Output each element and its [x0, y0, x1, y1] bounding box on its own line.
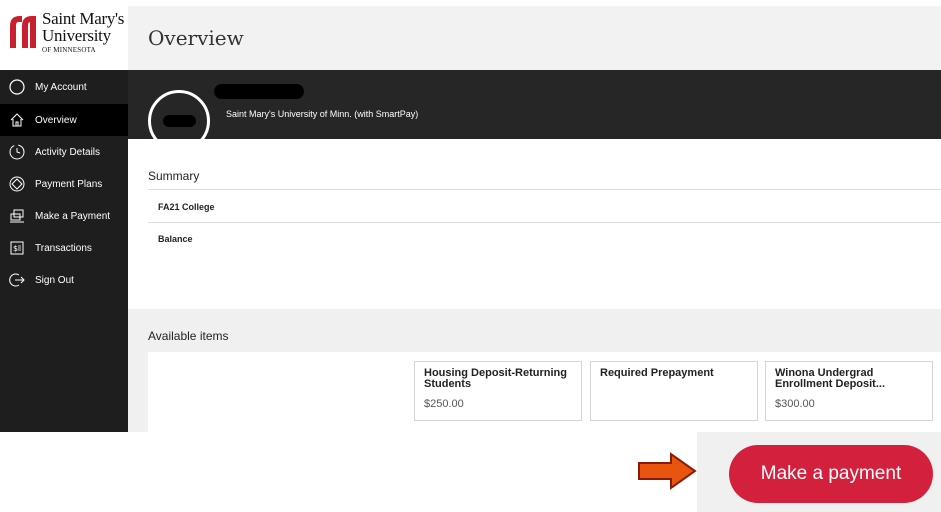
divider	[148, 222, 941, 223]
item-card-housing-deposit[interactable]: Housing Deposit-Returning Students $250.…	[414, 361, 582, 421]
item-name: Required Prepayment	[600, 368, 714, 379]
item-card-required-prepayment[interactable]: Required Prepayment	[590, 361, 758, 421]
make-a-payment-button[interactable]: Make a payment	[729, 445, 933, 503]
plans-icon	[9, 176, 25, 192]
available-items-panel: Housing Deposit-Returning Students $250.…	[148, 352, 941, 432]
sidebar-item-overview[interactable]: Overview	[0, 104, 128, 136]
balance-label: Balance	[158, 234, 193, 244]
clock-icon	[9, 144, 25, 160]
arrow-right-icon	[638, 452, 697, 490]
sidebar-item-label: Transactions	[35, 242, 92, 254]
redacted-initials	[163, 115, 196, 127]
sidebar-item-make-a-payment[interactable]: Make a Payment	[0, 200, 128, 232]
sidebar: My Account Overview Activity Details Pay…	[0, 70, 128, 432]
sidebar-item-label: Overview	[35, 114, 77, 126]
sidebar-item-label: Payment Plans	[35, 178, 103, 190]
sidebar-item-transactions[interactable]: $ Transactions	[0, 232, 128, 264]
item-price: $300.00	[775, 398, 815, 410]
summary-heading: Summary	[148, 169, 200, 183]
payment-icon	[9, 208, 25, 224]
sidebar-item-my-account[interactable]: My Account	[0, 70, 128, 104]
sidebar-item-label: My Account	[35, 81, 87, 93]
logo-title-line2: University	[42, 26, 111, 45]
sidebar-item-label: Activity Details	[35, 146, 101, 158]
divider	[148, 189, 941, 190]
item-name: Winona Undergrad Enrollment Deposit...	[775, 368, 886, 390]
sidebar-item-payment-plans[interactable]: Payment Plans	[0, 168, 128, 200]
logo-mark-icon	[10, 16, 36, 48]
sidebar-item-activity-details[interactable]: Activity Details	[0, 136, 128, 168]
profile-banner: Saint Mary's University of Minn. (with S…	[128, 70, 941, 152]
payment-callout: Make a payment	[697, 432, 941, 512]
user-circle-icon	[9, 79, 25, 95]
available-items-section: Available items Housing Deposit-Returnin…	[128, 309, 941, 432]
home-icon	[9, 112, 25, 128]
sign-out-icon	[9, 272, 25, 288]
sidebar-item-sign-out[interactable]: Sign Out	[0, 264, 128, 296]
redacted-user-name	[214, 84, 304, 99]
page-title: Overview	[148, 26, 244, 50]
logo-title-line1: Saint Mary's	[42, 9, 125, 28]
term-label: FA21 College	[158, 202, 215, 212]
main-content: Summary FA21 College Balance Available i…	[128, 139, 941, 432]
logo-subtitle: OF MINNESOTA	[42, 46, 96, 54]
university-logo: Saint Mary's University OF MINNESOTA	[0, 0, 128, 70]
sidebar-item-label: Sign Out	[35, 274, 74, 286]
header-bar: Overview	[128, 6, 941, 70]
transactions-icon: $	[9, 240, 25, 256]
item-name: Housing Deposit-Returning Students	[424, 368, 567, 390]
available-items-heading: Available items	[148, 329, 229, 343]
item-card-enrollment-deposit[interactable]: Winona Undergrad Enrollment Deposit... $…	[765, 361, 933, 421]
item-price: $250.00	[424, 398, 464, 410]
school-name: Saint Mary's University of Minn. (with S…	[226, 109, 419, 119]
sidebar-item-label: Make a Payment	[35, 210, 111, 222]
svg-text:$: $	[13, 244, 18, 253]
